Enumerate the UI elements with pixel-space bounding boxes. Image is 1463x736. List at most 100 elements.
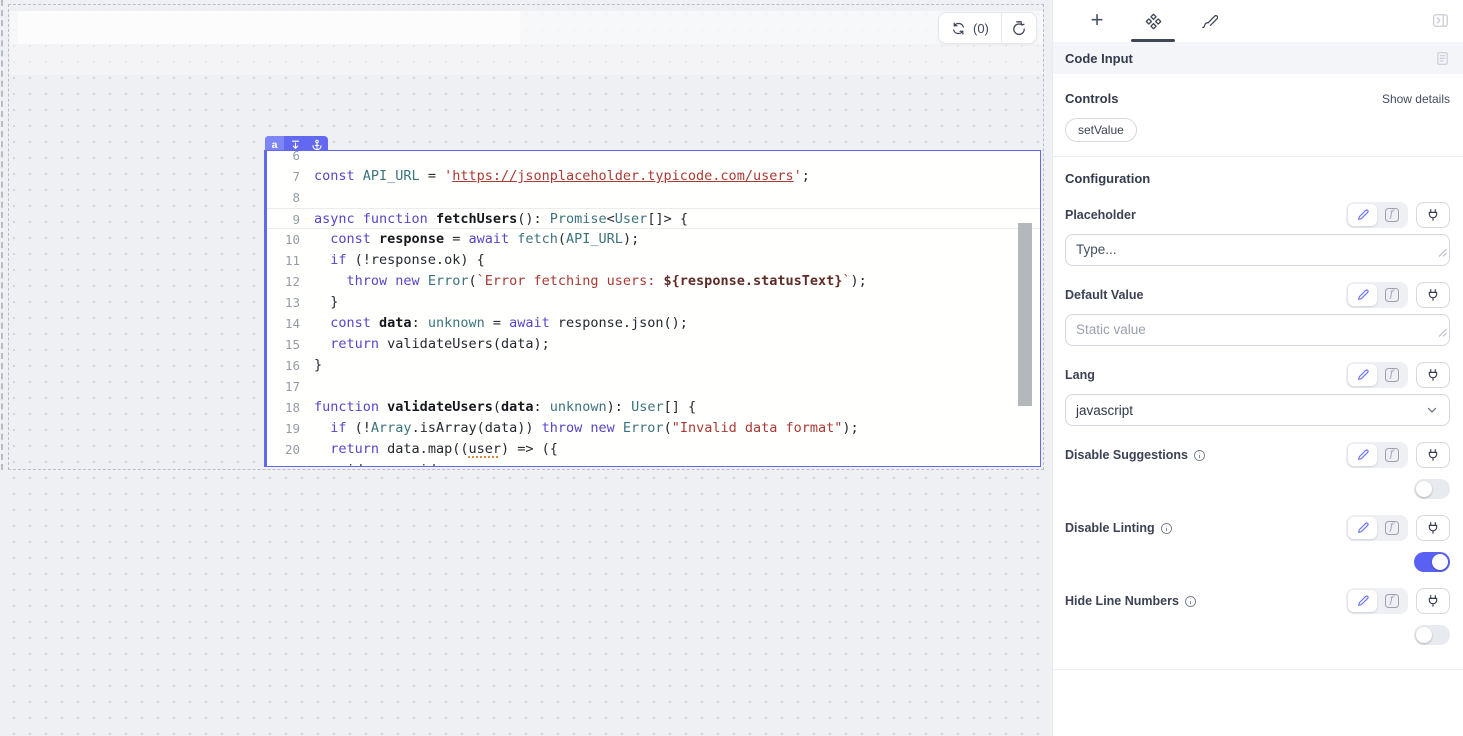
component-title-bar: Code Input [1053, 42, 1463, 74]
default-value-input[interactable] [1065, 314, 1450, 346]
line-number: 19 [267, 418, 306, 439]
code-line-text [306, 376, 314, 397]
code-line: 7const API_URL = 'https://jsonplaceholde… [267, 166, 1040, 187]
prop-hide-line-numbers: Hide Line Numbers f [1065, 588, 1450, 645]
code-line: 18function validateUsers(data: unknown):… [267, 397, 1040, 418]
connect-plug-icon[interactable] [1416, 442, 1450, 468]
default-value-label: Default Value [1065, 288, 1144, 302]
pencil-icon[interactable] [1348, 444, 1377, 466]
tab-components[interactable] [1125, 0, 1181, 42]
show-details-link[interactable]: Show details [1382, 92, 1450, 106]
history-icon [1011, 20, 1027, 36]
line-number: 11 [267, 250, 306, 271]
disable-suggestions-toggle[interactable] [1414, 479, 1450, 499]
line-number: 21 [267, 460, 306, 467]
pencil-icon[interactable] [1348, 590, 1377, 612]
code-line-text: const response = await fetch(API_URL); [306, 229, 639, 250]
hide-line-numbers-label: Hide Line Numbers [1065, 594, 1197, 608]
fx-expression-icon[interactable]: f [1377, 517, 1406, 539]
disable-linting-toggle[interactable] [1414, 552, 1450, 572]
code-line: 17 [267, 376, 1040, 397]
code-line: 21 id: user.id, [267, 460, 1040, 467]
editor-mode-segment: f [1346, 442, 1408, 468]
code-line: 6 [267, 150, 1040, 166]
line-number: 15 [267, 334, 306, 355]
pencil-icon[interactable] [1348, 284, 1377, 306]
code-line: 8 [267, 187, 1040, 208]
code-line: 14 const data: unknown = await response.… [267, 313, 1040, 334]
editor-canvas[interactable]: (0) a 67const API_URL = 'https://jsonpla… [0, 0, 1052, 736]
code-line: 12 throw new Error(`Error fetching users… [267, 271, 1040, 292]
canvas-left-edge-dashes [1, 0, 3, 470]
line-number: 10 [267, 229, 306, 250]
connect-plug-icon[interactable] [1416, 202, 1450, 228]
pencil-icon[interactable] [1348, 364, 1377, 386]
connect-plug-icon[interactable] [1416, 588, 1450, 614]
components-icon [1145, 13, 1162, 30]
placeholder-input[interactable]: Type... [1065, 234, 1450, 266]
code-line-text [306, 150, 314, 166]
code-line-text: } [306, 292, 338, 313]
chevron-down-icon [1425, 403, 1439, 417]
editor-mode-segment: f [1346, 202, 1408, 228]
line-number: 8 [267, 187, 306, 208]
connect-plug-icon[interactable] [1416, 515, 1450, 541]
line-number: 20 [267, 439, 306, 460]
section-divider [1053, 156, 1463, 157]
tab-style[interactable] [1181, 0, 1237, 42]
code-scrollbar-thumb[interactable] [1018, 223, 1032, 406]
code-line-text: return data.map((user) => ({ [306, 439, 558, 460]
line-number: 13 [267, 292, 306, 313]
prop-default-value: Default Value f [1065, 282, 1450, 346]
panel-tabs: + [1053, 0, 1463, 42]
line-number: 16 [267, 355, 306, 376]
hide-line-numbers-toggle[interactable] [1414, 625, 1450, 645]
code-line: 20 return data.map((user) => ({ [267, 439, 1040, 460]
disable-linting-label: Disable Linting [1065, 521, 1173, 535]
info-icon[interactable] [1193, 449, 1206, 462]
code-line: 11 if (!response.ok) { [267, 250, 1040, 271]
fx-expression-icon[interactable]: f [1377, 590, 1406, 612]
pencil-icon[interactable] [1348, 517, 1377, 539]
controls-heading: Controls [1065, 91, 1118, 106]
code-lines[interactable]: 67const API_URL = 'https://jsonplacehold… [267, 150, 1040, 467]
lang-label: Lang [1065, 368, 1095, 382]
fx-expression-icon[interactable]: f [1377, 284, 1406, 306]
paintbrush-icon [1201, 13, 1218, 30]
setvalue-method-chip[interactable]: setValue [1065, 118, 1137, 142]
code-line-text [306, 187, 314, 208]
component-title: Code Input [1065, 51, 1133, 66]
info-icon[interactable] [1184, 595, 1197, 608]
fx-expression-icon[interactable]: f [1377, 364, 1406, 386]
line-number: 12 [267, 271, 306, 292]
pencil-icon[interactable] [1348, 204, 1377, 226]
fx-expression-icon[interactable]: f [1377, 204, 1406, 226]
code-line-text: async function fetchUsers(): Promise<Use… [306, 209, 688, 228]
code-line: 13 } [267, 292, 1040, 313]
connect-plug-icon[interactable] [1416, 362, 1450, 388]
code-line: 9async function fetchUsers(): Promise<Us… [267, 208, 1040, 229]
code-input-widget[interactable]: 67const API_URL = 'https://jsonplacehold… [264, 150, 1041, 467]
info-icon[interactable] [1160, 522, 1173, 535]
properties-panel: + Code Input Controls Show details setVa… [1052, 0, 1463, 736]
lang-select-value: javascript [1076, 403, 1133, 418]
refresh-icon [951, 21, 966, 36]
prop-placeholder: Placeholder f Type... [1065, 202, 1450, 266]
code-line-text: const data: unknown = await response.jso… [306, 313, 688, 334]
history-button[interactable] [1002, 13, 1036, 43]
docs-icon[interactable] [1435, 51, 1450, 66]
code-line-text: if (!Array.isArray(data)) throw new Erro… [306, 418, 859, 439]
lang-select[interactable]: javascript [1065, 394, 1450, 426]
collapse-panel-icon[interactable] [1432, 12, 1449, 34]
editor-mode-segment: f [1346, 362, 1408, 388]
editor-mode-segment: f [1346, 282, 1408, 308]
connect-plug-icon[interactable] [1416, 282, 1450, 308]
refresh-button[interactable]: (0) [939, 13, 1001, 43]
tab-insert[interactable]: + [1069, 0, 1125, 42]
configuration-heading: Configuration [1065, 171, 1150, 186]
refresh-count: (0) [973, 21, 989, 36]
fx-expression-icon[interactable]: f [1377, 444, 1406, 466]
code-line: 16} [267, 355, 1040, 376]
line-number: 6 [267, 150, 306, 166]
canvas-actions-group: (0) [938, 12, 1037, 44]
